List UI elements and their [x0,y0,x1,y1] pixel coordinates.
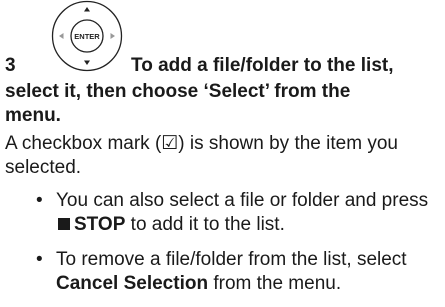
cancel-selection-label: Cancel Selection [56,273,209,294]
tip-stop-button: You can also select a file or folder and… [34,189,442,237]
tips-list: You can also select a file or folder and… [34,189,442,307]
step-heading-line-1: To add a file/folder to the list, [131,55,394,76]
step-heading-line-3: menu. [5,105,61,126]
tip-text-end: from the menu. [208,273,342,294]
step-number: 3 [5,55,16,76]
tip-text: You can also select a file or folder and… [56,190,429,211]
checkbox-explanation: A checkbox mark (☑) is shown by the item… [5,133,398,178]
tip-text-end: to add it to the list. [125,214,285,235]
tip-cancel-selection: To remove a file/folder from the list, s… [34,248,442,296]
tip-text: To remove a file/folder from the list, s… [56,249,407,270]
remote-dpad-enter-icon: ENTER [51,0,123,72]
stop-label: STOP [74,214,126,235]
enter-button-label: ENTER [74,32,100,41]
stop-square-icon [58,218,70,230]
step-heading-continuation: select it, then choose ‘Select’ from the… [5,80,443,128]
step-heading-line-2: select it, then choose ‘Select’ from the [5,81,351,102]
